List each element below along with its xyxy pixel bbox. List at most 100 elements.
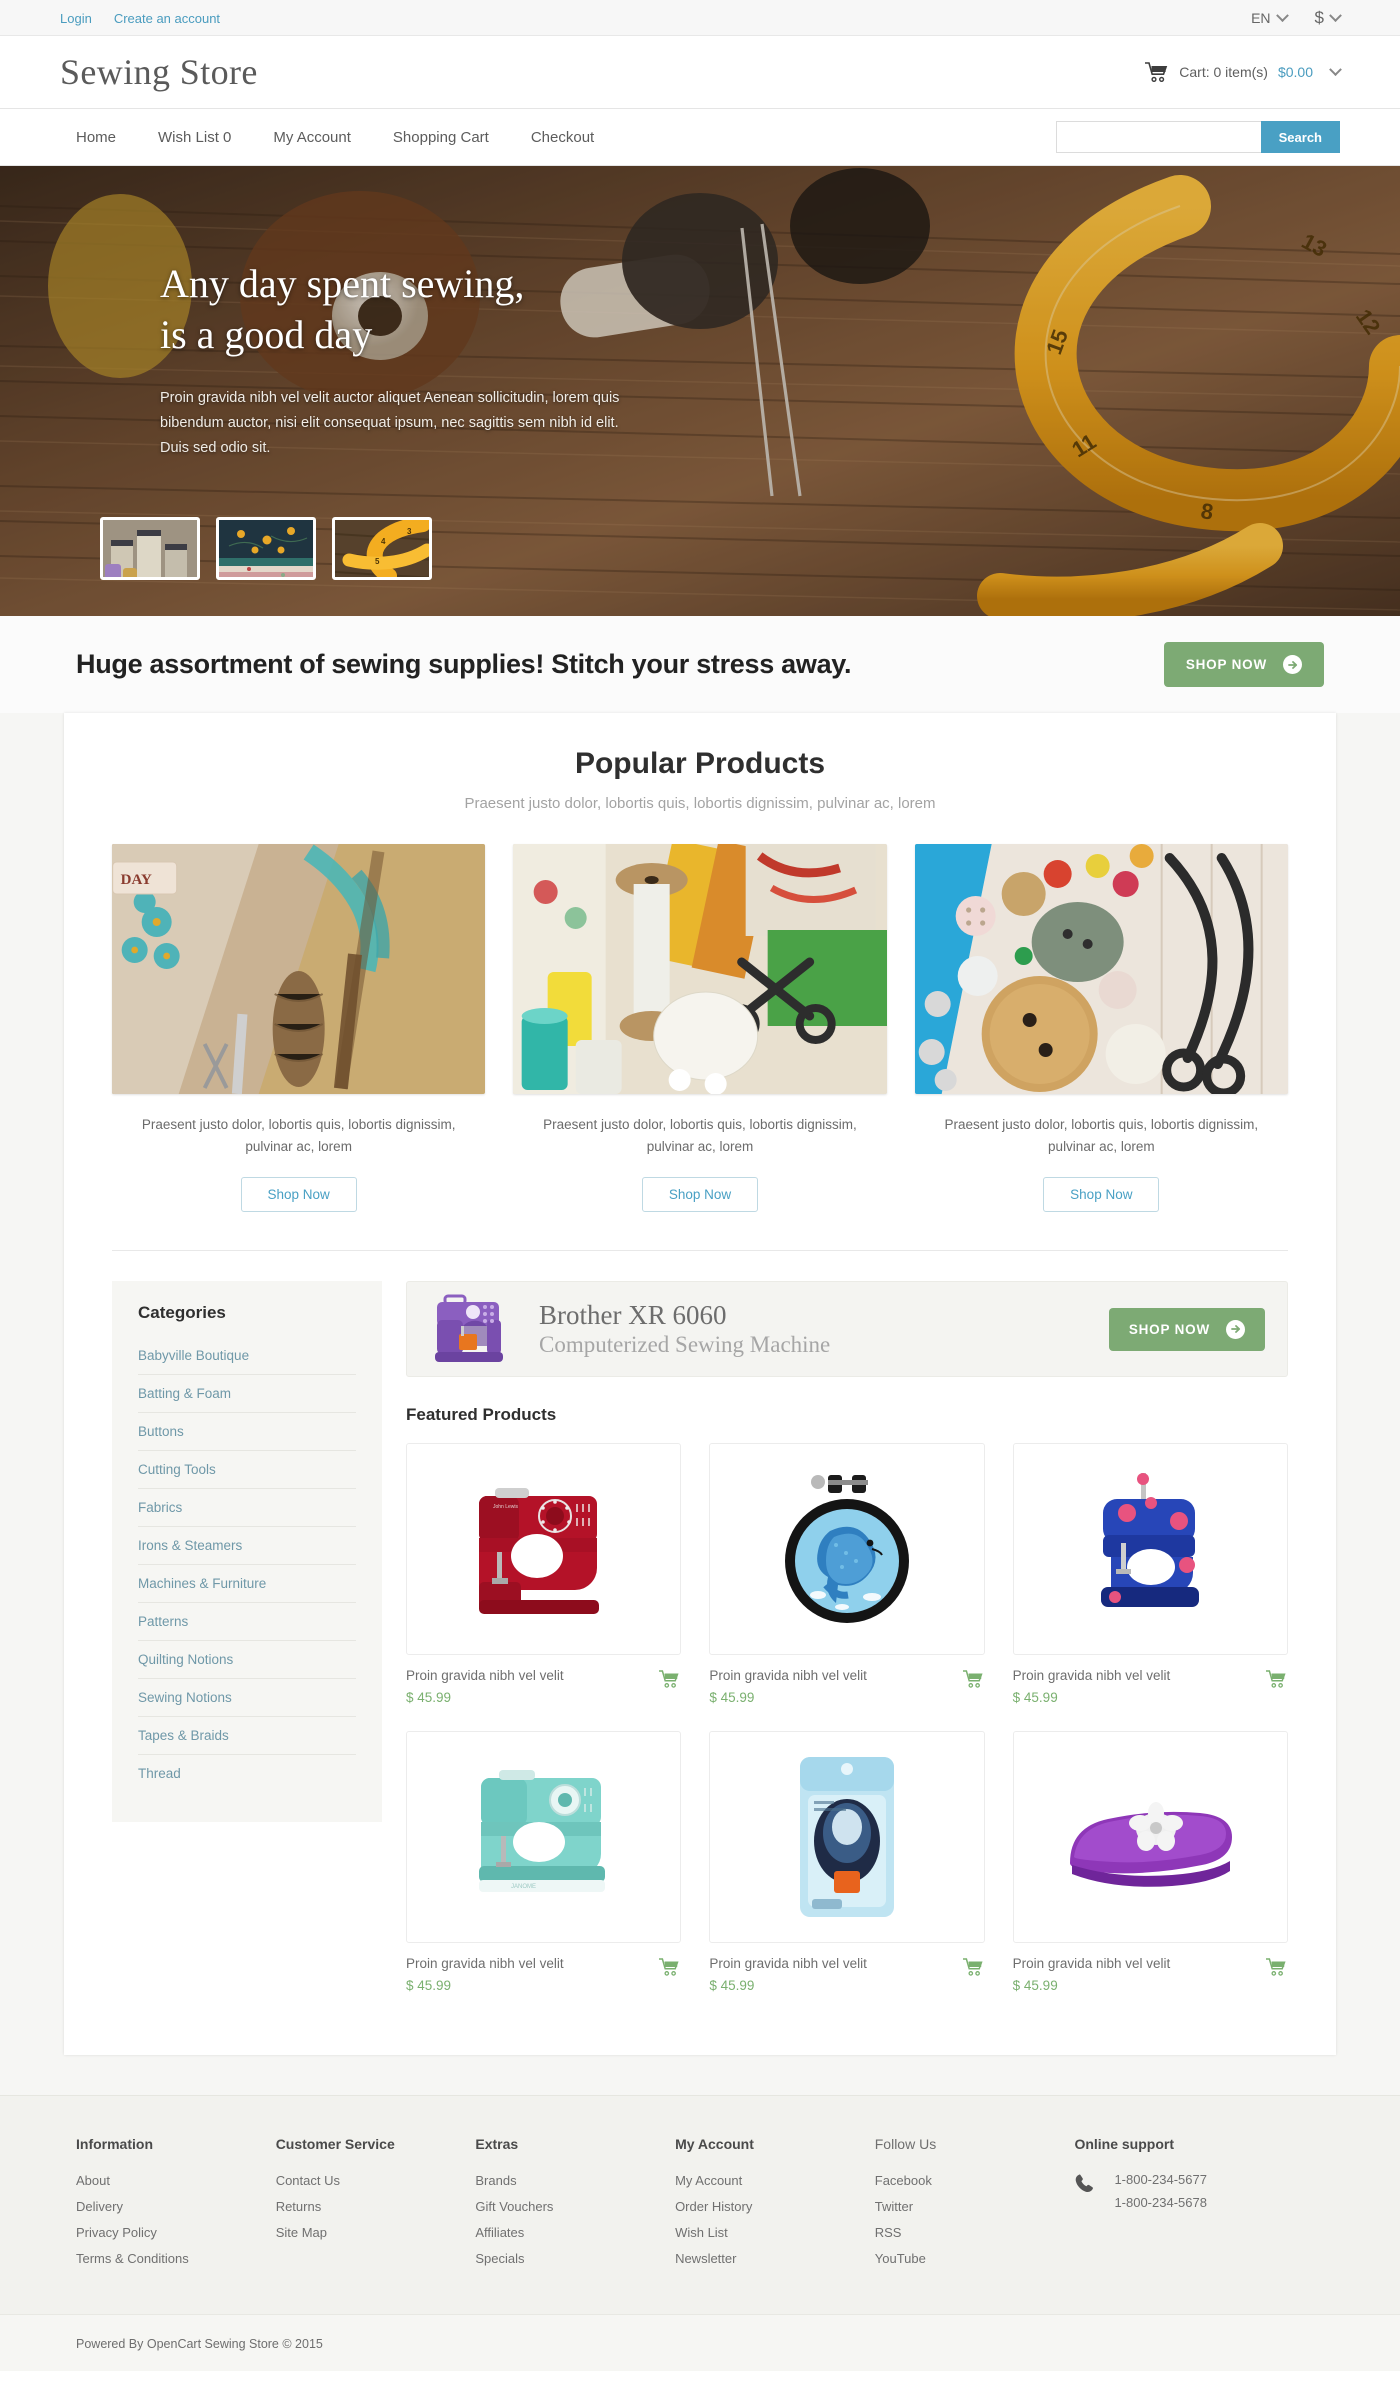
- nav-item-shopping-cart[interactable]: Shopping Cart: [393, 129, 489, 146]
- site-logo[interactable]: Sewing Store: [60, 51, 258, 93]
- language-selector[interactable]: EN: [1251, 8, 1289, 26]
- sidebar-item-quilting-notions[interactable]: Quilting Notions: [138, 1641, 356, 1678]
- cta-shop-now-button[interactable]: SHOP NOW: [1163, 642, 1324, 687]
- promo-banner[interactable]: Brother XR 6060 Computerized Sewing Mach…: [406, 1281, 1288, 1378]
- nav-item-checkout[interactable]: Checkout: [531, 129, 594, 146]
- categories-title: Categories: [138, 1303, 226, 1323]
- featured-product-price: $ 45.99: [406, 1690, 452, 1706]
- buttons-scissors-photo[interactable]: [914, 844, 1288, 1094]
- featured-product-price: $ 45.99: [709, 1978, 755, 1994]
- blue-toy-sewing-machine[interactable]: [1012, 1443, 1288, 1656]
- featured-product-name: Proin gravida nibh vel velit: [1012, 1956, 1171, 1972]
- featured-product-price: $ 45.99: [1012, 1978, 1058, 1994]
- search-button[interactable]: Search: [1260, 121, 1340, 153]
- add-to-cart-icon[interactable]: [659, 1958, 681, 1976]
- sidebar-item-machines-and-furniture[interactable]: Machines & Furniture: [138, 1565, 356, 1602]
- list-item: My Account: [675, 2172, 875, 2188]
- footer-link-returns[interactable]: Returns: [276, 2199, 322, 2214]
- add-to-cart-icon[interactable]: [962, 1958, 985, 1976]
- popular-shop-now-button[interactable]: Shop Now: [240, 1177, 357, 1213]
- craft-supplies-photo[interactable]: DAY: [112, 844, 486, 1094]
- popular-products-grid: DAY Praesent justo dolor, lobortis quis,…: [112, 844, 1288, 1213]
- footer-link-affiliates[interactable]: Affiliates: [475, 2225, 524, 2240]
- nav-item-my-account[interactable]: My Account: [273, 129, 351, 146]
- chevron-down-icon: [1329, 62, 1342, 76]
- thread-spool-scissors-photo[interactable]: [513, 844, 887, 1094]
- sidebar-item-fabrics[interactable]: Fabrics: [138, 1489, 356, 1526]
- arrow-right-icon: [1283, 655, 1302, 674]
- sidebar-item-irons-and-steamers[interactable]: Irons & Steamers: [138, 1527, 356, 1564]
- footer-link-my-account[interactable]: My Account: [675, 2173, 742, 2188]
- footer-link-brands[interactable]: Brands: [475, 2173, 516, 2188]
- hero-thumb-folded-fabrics[interactable]: [216, 517, 316, 580]
- site-header: Sewing Store Cart: 0 item(s) $0.00: [0, 36, 1400, 109]
- promo-shop-now-button[interactable]: SHOP NOW: [1108, 1307, 1265, 1351]
- popular-shop-now-button[interactable]: Shop Now: [641, 1177, 759, 1213]
- featured-product-card: Proin gravida nibh vel velit $ 45.99: [709, 1731, 985, 1994]
- hero-description: Proin gravida nibh vel velit auctor aliq…: [160, 390, 620, 457]
- categories-sidebar: Categories Babyville Boutique Batting & …: [112, 1281, 382, 1823]
- search-input[interactable]: [1055, 121, 1261, 153]
- sidebar-item-cutting-tools[interactable]: Cutting Tools: [138, 1451, 356, 1488]
- list-item: Fabrics: [138, 1489, 356, 1528]
- language-selector-label: EN: [1251, 10, 1271, 26]
- sidebar-item-patterns[interactable]: Patterns: [138, 1603, 356, 1640]
- footer-link-newsletter[interactable]: Newsletter: [675, 2251, 736, 2266]
- footer-link-rss[interactable]: RSS: [875, 2225, 902, 2240]
- footer-column-my-account: My Account My Account Order History Wish…: [675, 2136, 875, 2276]
- sidebar-item-batting-and-foam[interactable]: Batting & Foam: [138, 1375, 356, 1412]
- list-item: Wish List: [675, 2224, 875, 2240]
- popular-product-card: Praesent justo dolor, lobortis quis, lob…: [513, 844, 887, 1213]
- svg-text:DAY: DAY: [121, 872, 152, 888]
- popular-shop-now-button[interactable]: Shop Now: [1043, 1177, 1160, 1213]
- sidebar-item-babyville-boutique[interactable]: Babyville Boutique: [138, 1337, 356, 1374]
- hero-thumb-tape-measure[interactable]: 3 4 5: [332, 517, 432, 580]
- popular-product-card: DAY Praesent justo dolor, lobortis quis,…: [112, 844, 486, 1213]
- add-to-cart-icon[interactable]: [1266, 1670, 1288, 1688]
- sidebar-item-tapes-and-braids[interactable]: Tapes & Braids: [138, 1717, 356, 1754]
- nav-links: Home Wish List 0 My Account Shopping Car…: [60, 129, 594, 146]
- footer-link-specials[interactable]: Specials: [475, 2251, 524, 2266]
- footer-link-site-map[interactable]: Site Map: [276, 2225, 327, 2240]
- sidebar-item-thread[interactable]: Thread: [138, 1755, 356, 1792]
- cta-strip: Huge assortment of sewing supplies! Stit…: [0, 616, 1400, 713]
- teal-janome-machine[interactable]: JANOME: [406, 1731, 682, 1944]
- top-bar-account-links: Login Create an account: [60, 11, 220, 26]
- footer-link-about[interactable]: About: [76, 2173, 110, 2188]
- add-to-cart-icon[interactable]: [1266, 1958, 1288, 1976]
- footer-link-terms-conditions[interactable]: Terms & Conditions: [76, 2251, 189, 2266]
- featured-product-price: $ 45.99: [1012, 1690, 1058, 1706]
- currency-selector[interactable]: $: [1315, 8, 1342, 28]
- footer-link-twitter[interactable]: Twitter: [875, 2199, 913, 2214]
- dolphin-embroidery-hoop[interactable]: [709, 1443, 985, 1656]
- footer-link-contact-us[interactable]: Contact Us: [276, 2173, 340, 2188]
- hero-banner: 13 12 15 11 8 Any day spent sewing, is a…: [0, 166, 1400, 616]
- main-navigation: Home Wish List 0 My Account Shopping Car…: [0, 109, 1400, 166]
- list-item: Sewing Notions: [138, 1679, 356, 1718]
- packaged-sewing-gadget[interactable]: [709, 1731, 985, 1944]
- footer-column-title: Online support: [1074, 2136, 1174, 2153]
- hero-thumb-thread-spools[interactable]: [100, 517, 200, 580]
- purple-flower-punch[interactable]: [1012, 1731, 1288, 1944]
- list-item: YouTube: [875, 2250, 1075, 2266]
- footer-link-youtube[interactable]: YouTube: [875, 2251, 926, 2266]
- cart-button[interactable]: Cart: 0 item(s) $0.00: [1145, 62, 1342, 82]
- site-footer: Information About Delivery Privacy Polic…: [0, 2095, 1400, 2315]
- nav-item-home[interactable]: Home: [76, 129, 116, 146]
- sidebar-item-buttons[interactable]: Buttons: [138, 1413, 356, 1450]
- add-to-cart-icon[interactable]: [659, 1670, 681, 1688]
- footer-link-gift-vouchers[interactable]: Gift Vouchers: [475, 2199, 553, 2214]
- add-to-cart-icon[interactable]: [962, 1670, 985, 1688]
- svg-text:John Lewis: John Lewis: [493, 1504, 519, 1510]
- footer-link-order-history[interactable]: Order History: [675, 2199, 752, 2214]
- nav-item-wish-list[interactable]: Wish List 0: [158, 129, 231, 146]
- red-sewing-machine[interactable]: John Lewis: [406, 1443, 682, 1656]
- sidebar-item-sewing-notions[interactable]: Sewing Notions: [138, 1679, 356, 1716]
- footer-link-facebook[interactable]: Facebook: [875, 2173, 932, 2188]
- login-link[interactable]: Login: [60, 11, 92, 26]
- footer-link-wish-list[interactable]: Wish List: [675, 2225, 728, 2240]
- footer-link-delivery[interactable]: Delivery: [76, 2199, 123, 2214]
- footer-link-privacy-policy[interactable]: Privacy Policy: [76, 2225, 157, 2240]
- create-account-link[interactable]: Create an account: [114, 11, 220, 26]
- list-item: Patterns: [138, 1603, 356, 1642]
